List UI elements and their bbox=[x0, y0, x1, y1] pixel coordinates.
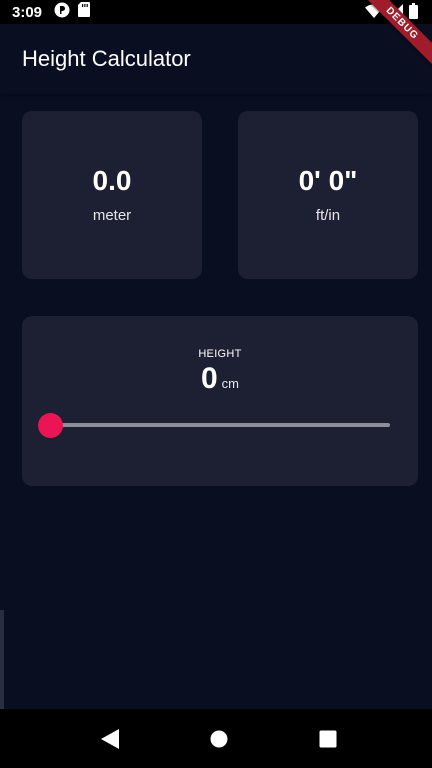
ftin-unit: ft/in bbox=[315, 207, 341, 224]
height-card: HEIGHT 0 cm bbox=[22, 316, 418, 486]
nav-bar bbox=[0, 709, 432, 768]
back-icon[interactable] bbox=[100, 729, 120, 749]
status-icons-left bbox=[54, 2, 91, 23]
height-slider-track[interactable] bbox=[50, 423, 390, 427]
meter-value: 0.0 bbox=[92, 165, 132, 196]
recents-icon[interactable] bbox=[318, 729, 338, 749]
status-time: 3:09 bbox=[12, 3, 43, 21]
app-title: Height Calculator bbox=[22, 46, 191, 71]
height-unit: cm bbox=[221, 376, 240, 391]
home-icon[interactable] bbox=[209, 729, 229, 749]
ftin-card: 0' 0" ft/in bbox=[238, 111, 418, 279]
height-label: HEIGHT bbox=[198, 348, 242, 360]
wifi-icon bbox=[365, 4, 383, 23]
height-slider-thumb[interactable] bbox=[37, 413, 63, 438]
sd-card-icon bbox=[78, 2, 91, 22]
meter-unit: meter bbox=[92, 207, 132, 224]
fuchsia-icon bbox=[54, 2, 70, 23]
status-bar: 3:09 bbox=[0, 0, 432, 24]
height-readout: 0 cm bbox=[22, 362, 418, 396]
signal-icon bbox=[389, 4, 403, 23]
status-icons-right bbox=[365, 3, 418, 24]
battery-icon bbox=[409, 3, 418, 24]
meter-card: 0.0 meter bbox=[22, 111, 202, 279]
height-value: 0 bbox=[200, 362, 218, 395]
ftin-value: 0' 0" bbox=[298, 165, 358, 196]
app-bar: Height Calculator bbox=[0, 24, 432, 94]
phone-screen: 3:09 DEBUG Height Calculator 0.0 meter 0… bbox=[0, 0, 432, 768]
